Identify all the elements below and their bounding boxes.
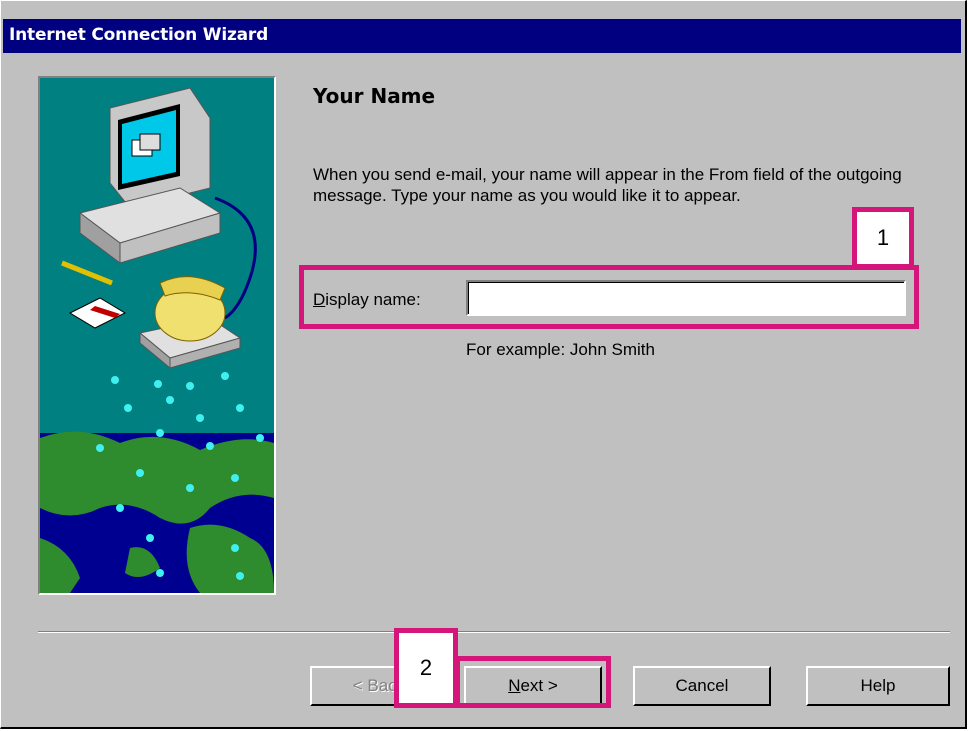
- next-label: ext >: [520, 676, 558, 695]
- display-name-input[interactable]: [466, 280, 906, 316]
- button-separator: [38, 631, 950, 633]
- next-accel: N: [508, 676, 521, 695]
- display-name-accel: D: [313, 290, 326, 309]
- computer-phone-globe-icon: [40, 87, 274, 593]
- callout-label-1: 1: [852, 207, 914, 269]
- display-name-label-text: isplay name:: [325, 290, 421, 309]
- callout-label-2: 2: [394, 628, 458, 708]
- window-title: Internet Connection Wizard: [9, 25, 269, 45]
- help-button[interactable]: Help: [806, 666, 950, 706]
- wizard-illustration: [38, 76, 276, 595]
- title-bar[interactable]: Internet Connection Wizard: [3, 19, 961, 53]
- next-button[interactable]: Next >: [464, 666, 602, 706]
- example-hint: For example: John Smith: [466, 340, 655, 359]
- cancel-button[interactable]: Cancel: [633, 666, 771, 706]
- display-name-label: Display name:: [313, 290, 421, 310]
- page-heading: Your Name: [313, 84, 436, 108]
- page-description: When you send e-mail, your name will app…: [313, 165, 902, 205]
